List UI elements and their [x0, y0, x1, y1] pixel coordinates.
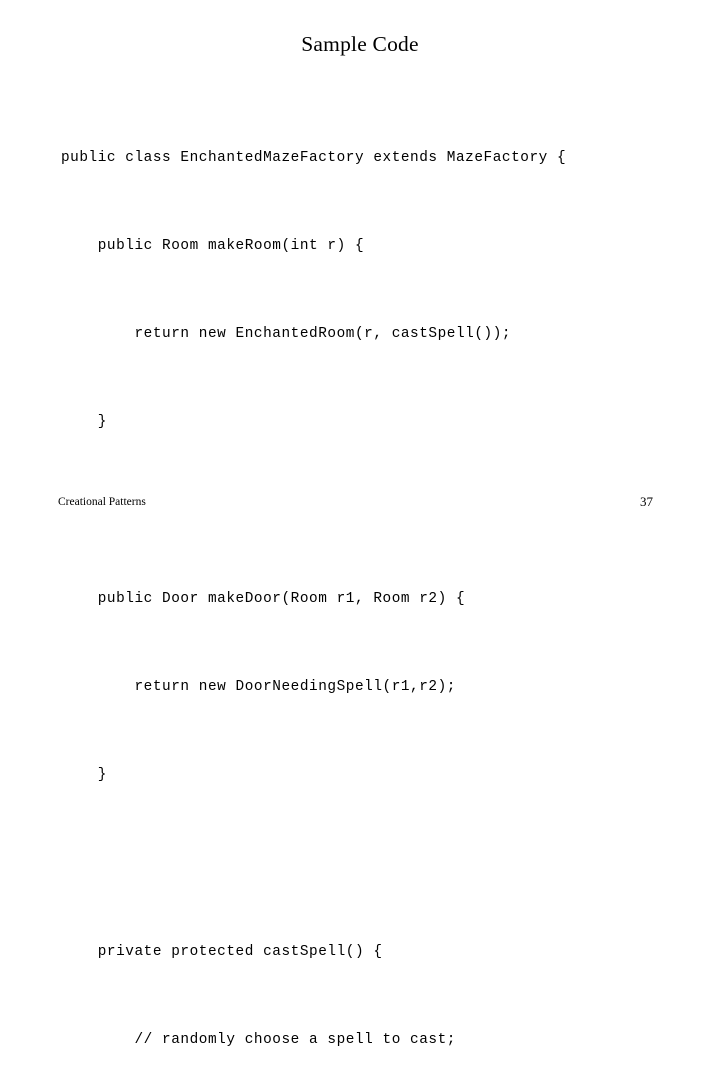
code-line: // randomly choose a spell to cast;: [61, 1031, 456, 1048]
code-block: public class EnchantedMazeFactory extend…: [61, 85, 701, 1080]
code-line: }: [61, 767, 107, 784]
slide-canvas: Sample Code public class EnchantedMazeFa…: [0, 0, 720, 1048]
code-line: }: [61, 414, 107, 431]
code-line: return new DoorNeedingSpell(r1,r2);: [61, 679, 456, 696]
footer-section-label: Creational Patterns: [58, 496, 146, 508]
code-line: public Room makeRoom(int r) {: [61, 238, 365, 255]
footer-page-number: 37: [640, 494, 653, 509]
page-title: Sample Code: [301, 32, 419, 56]
code-line: public Door makeDoor(Room r1, Room r2) {: [61, 590, 466, 607]
code-line: return new EnchantedRoom(r, castSpell())…: [61, 326, 512, 343]
code-line: private protected castSpell() {: [61, 943, 383, 960]
code-line: public class EnchantedMazeFactory extend…: [61, 149, 567, 166]
